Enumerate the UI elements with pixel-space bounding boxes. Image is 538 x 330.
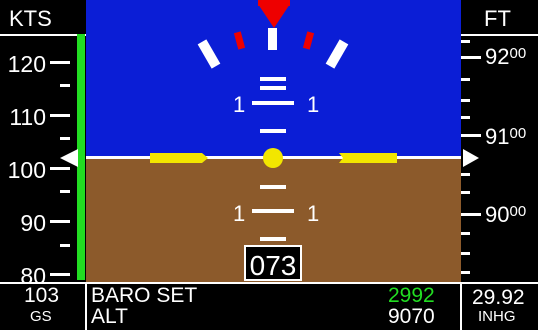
alt-tick-minor [461, 271, 470, 274]
altitude-label-9200: 9200 [485, 44, 527, 69]
bank-tick-center [268, 28, 277, 50]
baro-readout: 29.92 [472, 286, 525, 309]
groundspeed-unit: GS [30, 308, 52, 325]
heading-readout: 073 [244, 245, 302, 281]
altitude-tape: FT 9200 9100 9000 [461, 0, 538, 282]
tape-tick-minor [60, 244, 70, 247]
aircraft-symbol-icon [150, 148, 397, 168]
bank-pointer-icon [258, 0, 290, 28]
alt-tick-minor [461, 232, 470, 235]
altitude-label-9100: 9100 [485, 124, 527, 149]
pitch-rung [260, 129, 286, 133]
tape-tick-minor [60, 190, 70, 193]
altitude-pointer-icon [463, 149, 479, 167]
tape-tick-major [50, 273, 70, 276]
alt-tick-minor [461, 252, 470, 255]
pitch-rung-10 [252, 101, 294, 105]
alt-tick-minor [461, 78, 470, 81]
pitch-label-right: 1 [307, 92, 320, 117]
speed-label-120: 120 [7, 51, 46, 77]
tape-tick-minor [60, 137, 70, 140]
altitude-value: 9070 [388, 305, 435, 328]
status-divider [85, 282, 87, 330]
pitch-rung [260, 77, 286, 81]
alt-tick-minor [461, 191, 470, 194]
tape-tick-major [50, 114, 70, 117]
status-divider [460, 282, 462, 330]
status-bar: 103 GS BARO SET ALT 2992 9070 29.92 INHG [0, 282, 538, 330]
baro-unit: INHG [478, 308, 516, 325]
speed-label-100: 100 [7, 157, 46, 183]
speed-band [77, 34, 85, 280]
baro-set-value: 2992 [388, 284, 435, 307]
tape-tick-major [50, 220, 70, 223]
alt-tick-minor [461, 116, 470, 119]
attitude-indicator: 1 1 1 1 073 [86, 0, 461, 282]
baro-set-label: BARO SET [91, 284, 198, 307]
alt-tick-minor [461, 40, 470, 43]
pitch-rung [260, 237, 286, 241]
tape-divider [461, 34, 538, 36]
alt-tick-minor [461, 173, 470, 176]
tape-divider [0, 34, 86, 36]
speed-label-90: 90 [20, 210, 46, 236]
pitch-label-left: 1 [233, 92, 246, 117]
heading-value: 073 [249, 250, 297, 281]
pitch-rung [260, 185, 286, 189]
groundspeed-value: 103 [24, 284, 60, 307]
pitch-rung [260, 86, 286, 90]
speed-pointer-icon [60, 149, 78, 167]
pitch-label-right: 1 [307, 201, 320, 226]
altitude-label-9000: 9000 [485, 202, 527, 227]
alt-tick-minor [461, 99, 470, 102]
alt-tick-major [461, 56, 481, 59]
speed-label-110: 110 [9, 104, 46, 130]
status-bar-top-border [0, 282, 538, 284]
altitude-unit-label: FT [484, 6, 511, 31]
tape-tick-major [50, 167, 70, 170]
altitude-mode-label: ALT [91, 305, 128, 328]
alt-tick-major [461, 134, 481, 137]
tape-tick-minor [60, 84, 70, 87]
airspeed-unit-label: KTS [9, 6, 52, 31]
pitch-label-left: 1 [233, 201, 246, 226]
pitch-rung-10 [252, 209, 294, 213]
tape-tick-major [50, 61, 70, 64]
alt-tick-major [461, 213, 481, 216]
airspeed-tape: KTS 120 110 100 90 80 [0, 0, 86, 289]
